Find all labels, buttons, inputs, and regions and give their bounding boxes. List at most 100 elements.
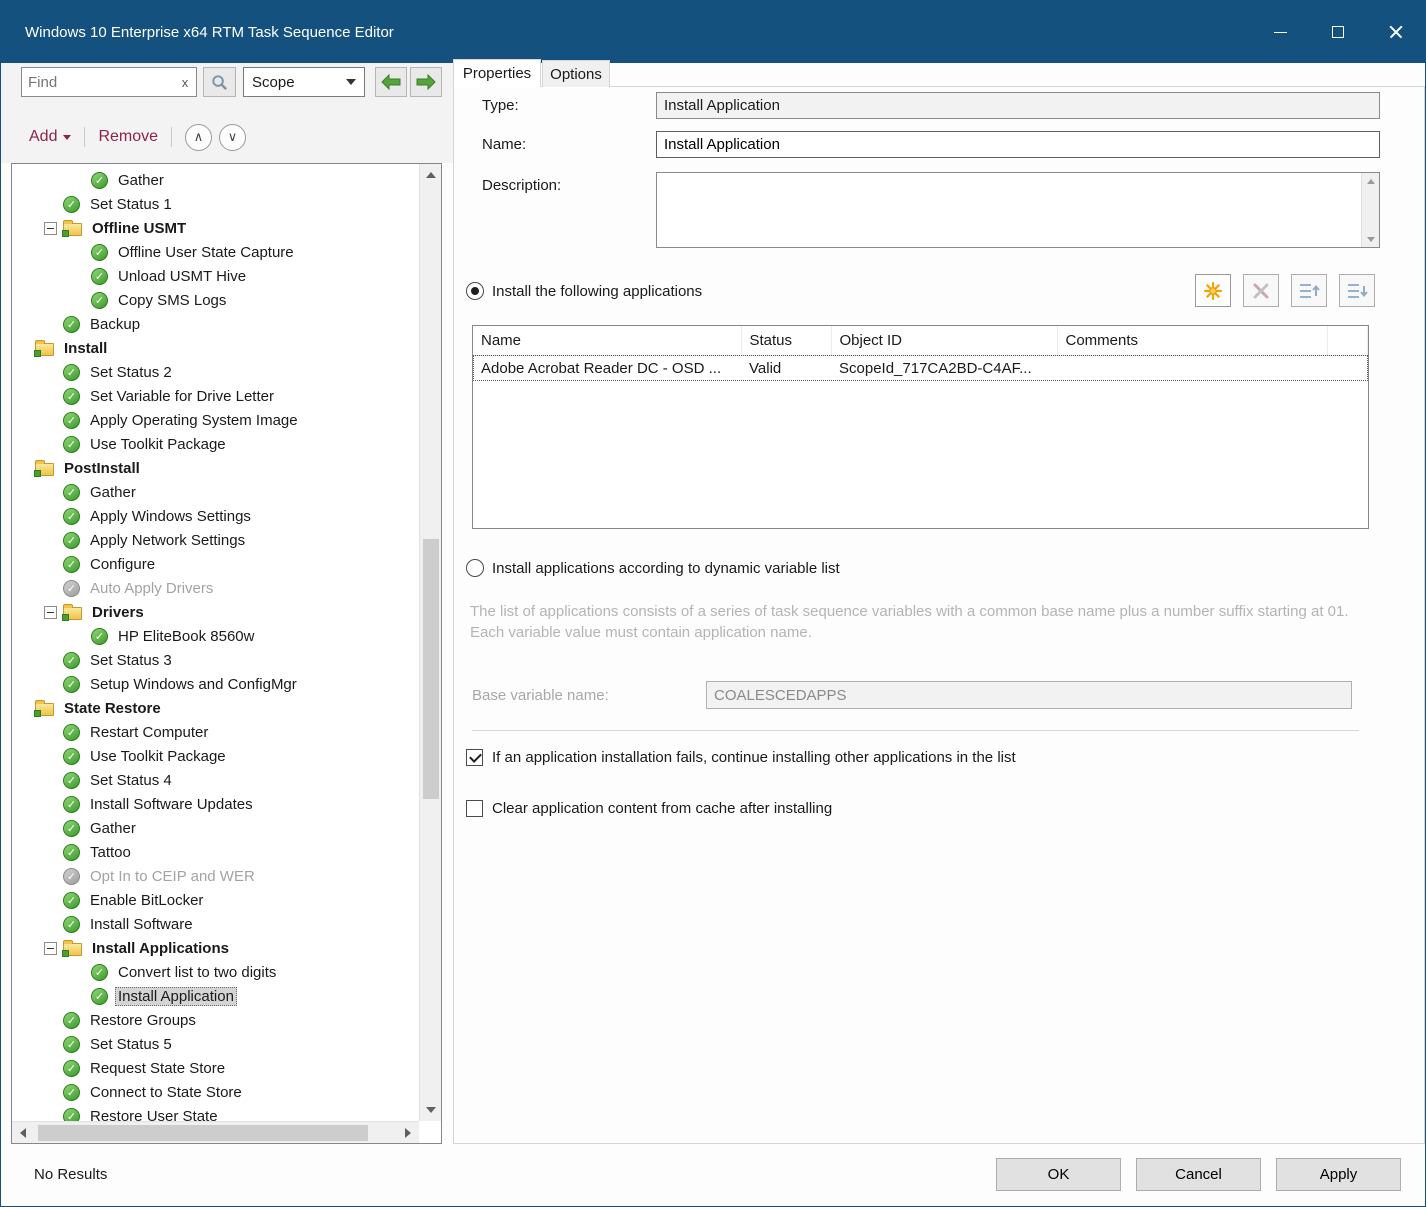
tab-properties[interactable]: Properties — [453, 59, 541, 87]
tree-item[interactable]: ✓Opt In to CEIP and WER — [12, 864, 419, 888]
install-following-apps-radio[interactable] — [466, 282, 484, 300]
tree-item[interactable]: Install Applications — [12, 936, 419, 960]
column-header[interactable]: Object ID — [831, 326, 1057, 355]
tree-item[interactable]: ✓Install Software Updates — [12, 792, 419, 816]
column-header[interactable]: Name — [473, 326, 741, 355]
tree-item[interactable]: ✓Set Status 4 — [12, 768, 419, 792]
minimize-button[interactable] — [1251, 1, 1309, 63]
tree-item[interactable]: ✓Copy SMS Logs — [12, 288, 419, 312]
tree-expander-minus[interactable] — [44, 606, 57, 619]
tree-item-label: HP EliteBook 8560w — [115, 627, 257, 646]
ok-button[interactable]: OK — [996, 1158, 1121, 1191]
tree-item[interactable]: ✓Restore Groups — [12, 1008, 419, 1032]
tree-horizontal-scrollbar[interactable] — [12, 1121, 419, 1143]
search-button[interactable] — [203, 67, 236, 97]
tree-item[interactable]: ✓Connect to State Store — [12, 1080, 419, 1104]
remove-application-button — [1243, 274, 1279, 307]
tree-item[interactable]: ✓Tattoo — [12, 840, 419, 864]
tree-item-label: Set Variable for Drive Letter — [87, 387, 277, 406]
remove-button[interactable]: Remove — [98, 128, 158, 146]
step-check-icon: ✓ — [63, 724, 80, 741]
column-header[interactable]: Comments — [1057, 326, 1327, 355]
tree-item-label: Install Applications — [89, 939, 232, 958]
cancel-button[interactable]: Cancel — [1136, 1158, 1261, 1191]
tree-item[interactable]: PostInstall — [12, 456, 419, 480]
tree-item[interactable]: ✓Apply Operating System Image — [12, 408, 419, 432]
find-previous-button[interactable] — [375, 67, 407, 97]
tree-item-label: Drivers — [89, 603, 147, 622]
tree-item-label: Set Status 5 — [87, 1035, 175, 1054]
column-header[interactable]: Status — [741, 326, 831, 355]
tree-item[interactable]: ✓Offline User State Capture — [12, 240, 419, 264]
tree-item[interactable]: Offline USMT — [12, 216, 419, 240]
scroll-up-button[interactable] — [420, 164, 442, 186]
tree-item[interactable]: ✓Unload USMT Hive — [12, 264, 419, 288]
tree-item[interactable]: ✓Apply Windows Settings — [12, 504, 419, 528]
clear-find-button[interactable]: x — [174, 75, 196, 90]
close-button[interactable] — [1367, 1, 1425, 63]
add-button[interactable]: Add — [29, 128, 71, 146]
tree-item[interactable]: ✓Gather — [12, 480, 419, 504]
dynamic-variable-list-radio[interactable] — [466, 559, 484, 577]
minimize-icon — [1274, 32, 1287, 33]
add-application-button[interactable] — [1195, 274, 1231, 307]
tree-item[interactable]: ✓Restore User State — [12, 1104, 419, 1121]
tab-options[interactable]: Options — [542, 60, 610, 87]
tree-item[interactable]: ✓Set Status 3 — [12, 648, 419, 672]
vertical-scroll-thumb[interactable] — [423, 539, 439, 799]
maximize-button[interactable] — [1309, 1, 1367, 63]
move-step-down-button[interactable]: ∨ — [219, 124, 246, 151]
tree-expander-minus[interactable] — [44, 222, 57, 235]
application-list: NameStatusObject IDComments Adobe Acroba… — [472, 325, 1369, 529]
find-next-button[interactable] — [410, 67, 442, 97]
tree-item[interactable]: ✓Enable BitLocker — [12, 888, 419, 912]
tree-vertical-scrollbar[interactable] — [419, 164, 441, 1121]
tree-item[interactable]: Drivers — [12, 600, 419, 624]
window-title: Windows 10 Enterprise x64 RTM Task Seque… — [25, 24, 394, 41]
description-field[interactable] — [656, 172, 1380, 248]
tree-item[interactable]: ✓Configure — [12, 552, 419, 576]
tree-item[interactable]: ✓Convert list to two digits — [12, 960, 419, 984]
description-scrollbar[interactable] — [1361, 173, 1379, 247]
tree-item[interactable]: ✓Restart Computer — [12, 720, 419, 744]
tree-item[interactable]: ✓Request State Store — [12, 1056, 419, 1080]
tree-item-label: Apply Network Settings — [87, 531, 248, 550]
tree-expander-minus[interactable] — [44, 942, 57, 955]
tree-item[interactable]: ✓Use Toolkit Package — [12, 432, 419, 456]
scroll-up-button[interactable] — [1362, 173, 1380, 189]
scope-dropdown[interactable]: Scope — [243, 67, 365, 97]
tree-item[interactable]: ✓Set Status 5 — [12, 1032, 419, 1056]
tree-item[interactable]: Install — [12, 336, 419, 360]
tree-item[interactable]: ✓Set Status 2 — [12, 360, 419, 384]
tree-item[interactable]: ✓Install Software — [12, 912, 419, 936]
tree-item[interactable]: ✓Setup Windows and ConfigMgr — [12, 672, 419, 696]
tree-item[interactable]: ✓Set Status 1 — [12, 192, 419, 216]
scroll-right-button[interactable] — [397, 1122, 419, 1144]
task-sequence-editor-window: Windows 10 Enterprise x64 RTM Task Seque… — [0, 0, 1426, 1207]
tree-item[interactable]: ✓Use Toolkit Package — [12, 744, 419, 768]
scroll-left-button[interactable] — [12, 1122, 34, 1144]
continue-on-fail-label: If an application installation fails, co… — [492, 749, 1016, 766]
scroll-down-button[interactable] — [1362, 231, 1380, 247]
move-step-up-button[interactable]: ∧ — [185, 124, 212, 151]
tree-item[interactable]: ✓Gather — [12, 168, 419, 192]
tree-item[interactable]: ✓HP EliteBook 8560w — [12, 624, 419, 648]
find-input[interactable] — [22, 74, 174, 91]
tree-item[interactable]: ✓Backup — [12, 312, 419, 336]
tree-item[interactable]: ✓Set Variable for Drive Letter — [12, 384, 419, 408]
group-folder-icon — [35, 343, 54, 356]
horizontal-scroll-thumb[interactable] — [38, 1125, 368, 1141]
continue-on-fail-checkbox[interactable] — [466, 749, 483, 766]
step-check-icon: ✓ — [63, 844, 80, 861]
name-field[interactable] — [656, 131, 1380, 158]
tree-item[interactable]: ✓Apply Network Settings — [12, 528, 419, 552]
apply-button[interactable]: Apply — [1276, 1158, 1401, 1191]
tree-item[interactable]: State Restore — [12, 696, 419, 720]
step-check-icon: ✓ — [63, 1108, 80, 1122]
tree-item[interactable]: ✓Install Application — [12, 984, 419, 1008]
tree-item[interactable]: ✓Auto Apply Drivers — [12, 576, 419, 600]
clear-cache-checkbox[interactable] — [466, 800, 483, 817]
tree-item[interactable]: ✓Gather — [12, 816, 419, 840]
scroll-down-button[interactable] — [420, 1099, 442, 1121]
application-row[interactable]: Adobe Acrobat Reader DC - OSD ...ValidSc… — [473, 355, 1368, 381]
